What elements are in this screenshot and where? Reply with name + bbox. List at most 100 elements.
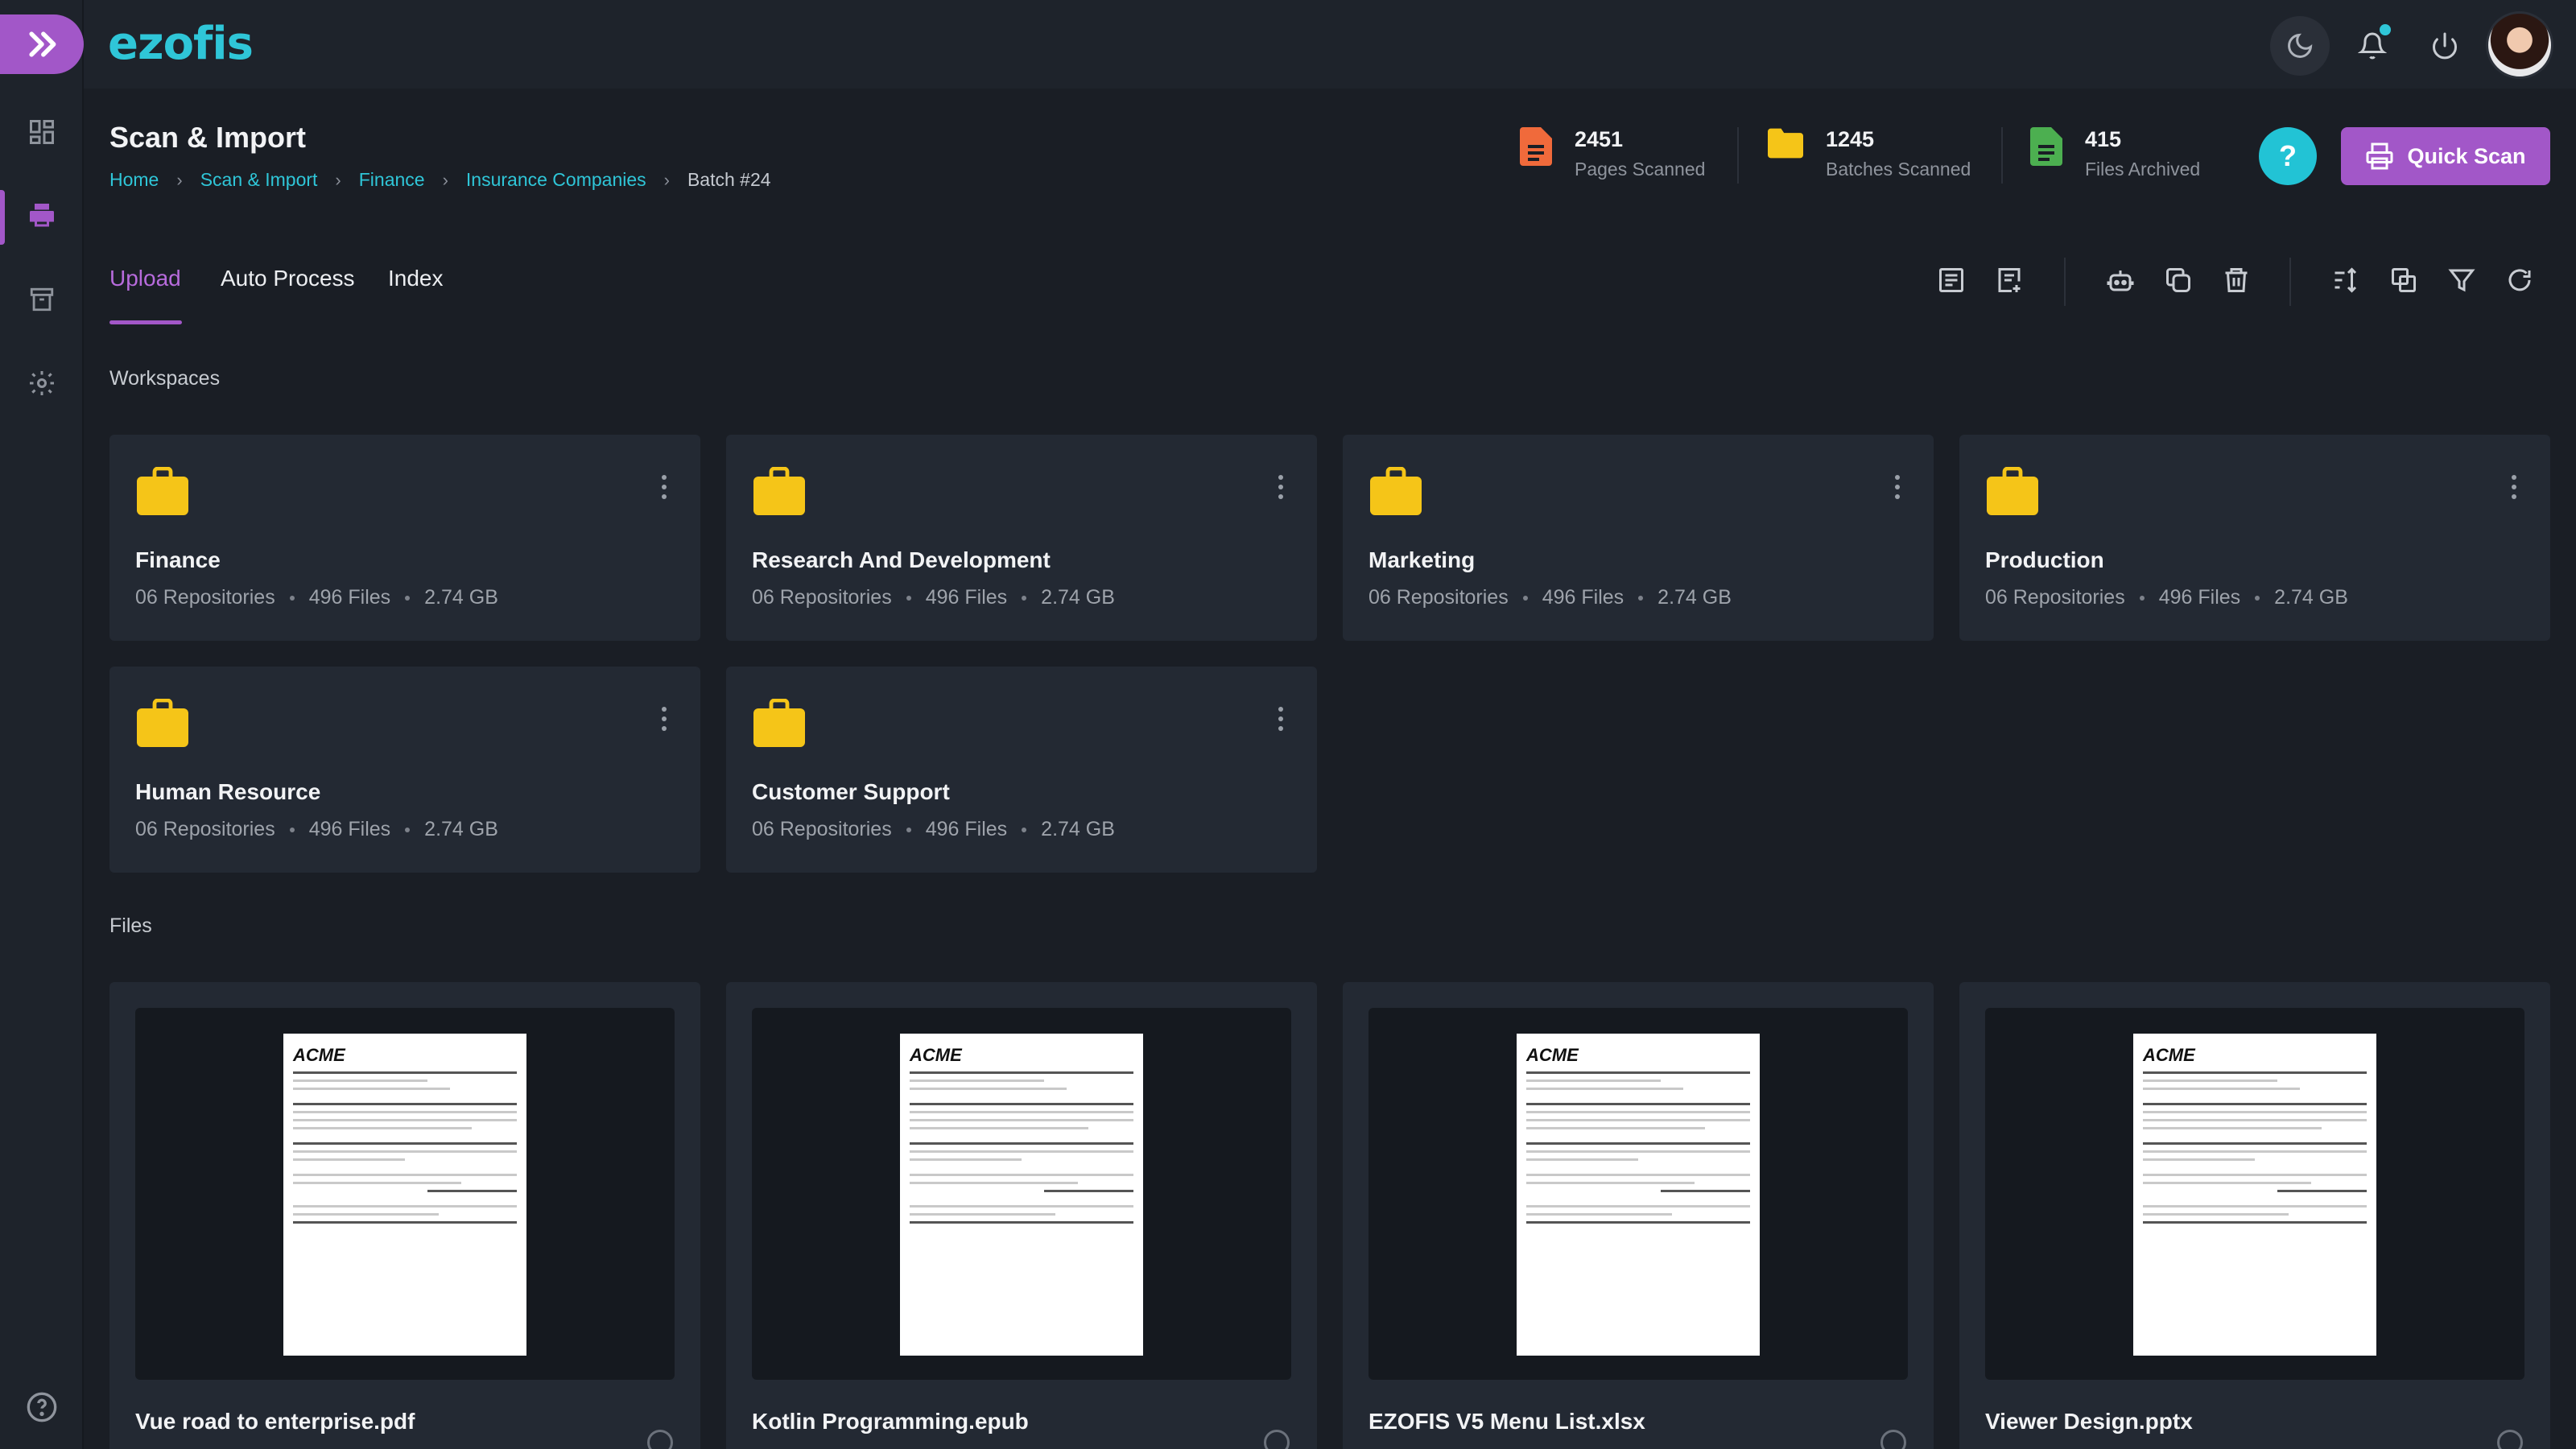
breadcrumb: Home › Scan & Import › Finance › Insuran…	[109, 169, 771, 191]
app-logo[interactable]: ezofis	[108, 18, 254, 70]
quick-scan-button[interactable]: Quick Scan	[2341, 127, 2550, 185]
printer-icon	[30, 204, 54, 227]
breadcrumb-insurance-companies[interactable]: Insurance Companies	[466, 169, 646, 191]
file-name: Kotlin Programming.epub	[752, 1409, 1029, 1434]
stat-label: Pages Scanned	[1575, 159, 1706, 180]
breadcrumb-scan-import[interactable]: Scan & Import	[200, 169, 318, 191]
workspace-size: 2.74 GB	[1041, 818, 1115, 840]
file-card[interactable]: ACME Kotlin Programming.epub	[726, 982, 1317, 1449]
workspace-name: Marketing	[1368, 547, 1476, 572]
quick-scan-label: Quick Scan	[2407, 143, 2526, 168]
duplicate-button[interactable]	[2383, 259, 2425, 301]
sort-button[interactable]	[2325, 259, 2367, 301]
duplicate-icon	[2392, 268, 2416, 292]
document-thumbnail: ACME	[1517, 1034, 1760, 1356]
briefcase-icon	[753, 699, 805, 747]
workspace-files: 496 Files	[308, 586, 391, 609]
workspace-meta: 06 Repositories 496 Files 2.74 GB	[1985, 586, 2348, 609]
sidebar-item-archive[interactable]	[24, 282, 60, 317]
file-card[interactable]: ACME EZOFIS V5 Menu List.xlsx	[1343, 982, 1934, 1449]
document-thumbnail: ACME	[283, 1034, 526, 1356]
workspace-files: 496 Files	[1542, 586, 1624, 609]
workspace-card[interactable]: Finance 06 Repositories 496 Files 2.74 G…	[109, 435, 700, 641]
divider	[2064, 258, 2066, 306]
file-preview[interactable]: ACME	[135, 1008, 675, 1380]
workspace-files: 496 Files	[2158, 586, 2241, 609]
delete-button[interactable]	[2215, 259, 2257, 301]
file-select-radio[interactable]	[647, 1430, 673, 1449]
archive-file-icon	[2030, 127, 2062, 166]
power-icon	[2433, 32, 2457, 60]
more-vertical-icon[interactable]	[2510, 475, 2518, 499]
sidebar-item-dashboard[interactable]	[24, 114, 60, 150]
file-select-radio[interactable]	[2497, 1430, 2523, 1449]
file-preview[interactable]: ACME	[1985, 1008, 2524, 1380]
list-view-button[interactable]	[1930, 259, 1972, 301]
file-card[interactable]: ACME Viewer Design.pptx	[1959, 982, 2550, 1449]
power-button[interactable]	[2415, 16, 2475, 76]
breadcrumb-current: Batch #24	[687, 169, 771, 190]
workspace-repositories: 06 Repositories	[1368, 586, 1509, 609]
folder-icon	[1768, 128, 1803, 159]
more-vertical-icon[interactable]	[660, 475, 668, 499]
workspace-card[interactable]: Research And Development 06 Repositories…	[726, 435, 1317, 641]
workspace-card[interactable]: Production 06 Repositories 496 Files 2.7…	[1959, 435, 2550, 641]
workspace-name: Production	[1985, 547, 2104, 572]
add-document-button[interactable]	[1988, 259, 2030, 301]
copy-icon	[2166, 268, 2190, 292]
workspace-name: Finance	[135, 547, 221, 572]
filter-icon	[2448, 269, 2475, 292]
file-preview[interactable]: ACME	[752, 1008, 1291, 1380]
notifications-button[interactable]	[2343, 16, 2402, 76]
dark-mode-toggle[interactable]	[2270, 16, 2330, 76]
stat-label: Files Archived	[2085, 159, 2201, 180]
workspace-repositories: 06 Repositories	[752, 586, 892, 609]
stat-value: 415	[2085, 127, 2122, 151]
file-select-radio[interactable]	[1264, 1430, 1290, 1449]
files-heading: Files	[109, 914, 152, 937]
breadcrumb-finance[interactable]: Finance	[359, 169, 425, 191]
workspace-size: 2.74 GB	[1657, 586, 1732, 609]
workspace-repositories: 06 Repositories	[752, 818, 892, 840]
more-vertical-icon[interactable]	[660, 707, 668, 731]
more-vertical-icon[interactable]	[1277, 707, 1285, 731]
tab-upload[interactable]: Upload	[109, 266, 181, 291]
file-select-radio[interactable]	[1880, 1430, 1906, 1449]
tab-auto-process[interactable]: Auto Process	[221, 266, 355, 291]
workspace-meta: 06 Repositories 496 Files 2.74 GB	[752, 586, 1115, 609]
workspace-card[interactable]: Marketing 06 Repositories 496 Files 2.74…	[1343, 435, 1934, 641]
workspace-files: 496 Files	[925, 818, 1008, 840]
copy-button[interactable]	[2157, 259, 2199, 301]
workspaces-heading: Workspaces	[109, 367, 221, 390]
user-avatar[interactable]	[2486, 11, 2553, 79]
tab-index[interactable]: Index	[388, 266, 444, 291]
breadcrumb-home[interactable]: Home	[109, 169, 159, 191]
file-preview[interactable]: ACME	[1368, 1008, 1908, 1380]
more-vertical-icon[interactable]	[1277, 475, 1285, 499]
preview-logo: ACME	[1526, 1045, 1579, 1065]
filter-button[interactable]	[2441, 259, 2483, 301]
more-vertical-icon[interactable]	[1893, 475, 1901, 499]
chevron-right-icon: ›	[335, 169, 341, 190]
file-card[interactable]: ACME Vue road to enterprise.pdf	[109, 982, 700, 1449]
workspace-card[interactable]: Human Resource 06 Repositories 496 Files…	[109, 667, 700, 873]
gear-icon	[30, 371, 54, 395]
workspace-card[interactable]: Customer Support 06 Repositories 496 Fil…	[726, 667, 1317, 873]
bot-button[interactable]	[2099, 259, 2141, 301]
workspace-meta: 06 Repositories 496 Files 2.74 GB	[135, 818, 498, 841]
briefcase-icon	[753, 467, 805, 515]
preview-logo: ACME	[293, 1045, 345, 1065]
workspace-files: 496 Files	[925, 586, 1008, 609]
menu-toggle-button[interactable]	[0, 14, 84, 74]
chevron-right-icon: ›	[663, 169, 670, 190]
dashboard-icon	[30, 120, 54, 144]
sidebar-help[interactable]	[26, 1391, 58, 1423]
workspace-name: Customer Support	[752, 779, 950, 804]
help-button[interactable]: ?	[2259, 127, 2317, 185]
sidebar-item-scan[interactable]	[24, 198, 60, 233]
workspace-meta: 06 Repositories 496 Files 2.74 GB	[135, 586, 498, 609]
sidebar-item-settings[interactable]	[24, 365, 60, 401]
bell-icon	[2358, 32, 2387, 60]
refresh-button[interactable]	[2499, 259, 2541, 301]
sidebar-active-indicator	[0, 190, 5, 245]
